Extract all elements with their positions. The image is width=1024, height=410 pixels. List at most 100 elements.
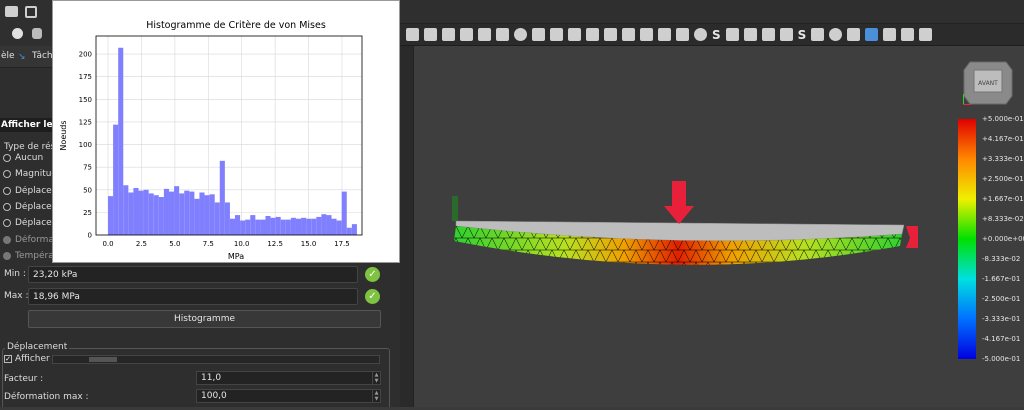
max-label: Max : (4, 291, 29, 301)
result-type-option[interactable]: Températ (3, 251, 52, 261)
histogram-bar (260, 219, 266, 235)
constraint-icon[interactable] (604, 28, 617, 41)
roller-support-icon (906, 226, 918, 248)
panel-tabs: èle ↘ Tâch (0, 46, 53, 68)
results-icon[interactable] (847, 28, 861, 41)
beam-model (452, 181, 918, 265)
solver-icon[interactable]: S (712, 28, 721, 42)
radio-icon[interactable] (3, 235, 11, 244)
result-type-option[interactable]: Déplacem (3, 186, 52, 196)
histogram-window[interactable]: Histogramme de Critère de von Mises MPa … (52, 0, 400, 263)
constraint-icon[interactable] (514, 28, 527, 41)
histogram-bar (321, 214, 327, 235)
histogram-bar (290, 217, 296, 235)
radio-icon[interactable] (3, 202, 11, 211)
slider-handle[interactable] (89, 357, 117, 362)
colorbar-tick-label: +5.000e-01 (982, 115, 1024, 123)
left-toolbar (0, 0, 52, 46)
solver-icon[interactable] (743, 28, 757, 41)
constraint-icon[interactable] (478, 28, 491, 41)
histogram-bar (148, 193, 154, 235)
constraint-icon[interactable] (460, 28, 473, 41)
3d-viewport[interactable] (414, 46, 1024, 407)
cylinder-icon[interactable] (32, 28, 42, 39)
sphere-icon[interactable] (12, 28, 23, 39)
histogram-button[interactable]: Histogramme (28, 310, 381, 328)
solver-icon[interactable] (761, 28, 775, 41)
panel-splitter[interactable] (400, 46, 414, 407)
solver-icon[interactable]: S (798, 28, 807, 42)
histogram-bar (275, 216, 281, 235)
axis-icon (963, 104, 971, 105)
radio-icon[interactable] (3, 251, 11, 260)
result-type-option-label: Déplacem (15, 185, 52, 196)
mesh-icon[interactable] (658, 28, 671, 41)
results-icon[interactable] (883, 28, 897, 41)
result-type-option[interactable]: Magnitud (3, 169, 52, 179)
chart-title: Histogramme de Critère de von Mises (146, 20, 326, 31)
min-value-field[interactable]: 23,20 kPa (28, 266, 358, 283)
max-deformation-spinbox[interactable]: 100,0 ▲ ▼ (196, 389, 381, 403)
constraint-fixed-icon[interactable] (424, 28, 437, 41)
factor-spinbox[interactable]: 11,0 ▲ ▼ (196, 371, 381, 385)
results-icon[interactable] (919, 28, 933, 41)
folder-icon[interactable] (5, 6, 18, 17)
radio-icon[interactable] (3, 186, 11, 195)
x-axis-label: MPa (228, 252, 244, 261)
results-icon[interactable] (829, 28, 843, 41)
fem-analysis-icon[interactable] (406, 28, 419, 41)
result-type-option[interactable]: Déplacem (3, 218, 52, 228)
radio-icon[interactable] (3, 154, 11, 162)
result-type-option[interactable]: Aucun (3, 153, 52, 163)
solver-icon[interactable] (725, 28, 739, 41)
histogram-bar (341, 191, 347, 235)
x-tick-label: 15.0 (301, 240, 317, 248)
result-type-option-label: Déplacem (15, 201, 52, 212)
fem-toolbar: S S (400, 24, 1024, 46)
colorbar-tick-label: +4.167e-01 (982, 135, 1024, 143)
colorbar-tick-label: +8.333e-02 (982, 215, 1024, 223)
colorbar (958, 119, 976, 359)
show-displacement-checkbox[interactable]: ✓ (4, 355, 12, 363)
results-icon[interactable] (901, 28, 915, 41)
histogram-bar (153, 195, 159, 235)
export-icon[interactable] (25, 6, 37, 18)
navigation-cube[interactable]: AVANT (958, 52, 1018, 110)
histogram-bar (108, 196, 114, 235)
mesh-icon[interactable] (694, 28, 707, 41)
radio-icon[interactable] (3, 170, 11, 179)
max-value-field[interactable]: 18,96 MPa (28, 288, 358, 305)
displacement-slider[interactable] (52, 355, 380, 364)
colorbar-tick-label: +2.500e-01 (982, 175, 1024, 183)
spin-arrows-icon[interactable]: ▲ ▼ (372, 390, 380, 402)
spin-arrows-icon[interactable]: ▲ ▼ (372, 372, 380, 384)
tab-tasks[interactable]: Tâch (32, 51, 53, 61)
mesh-icon[interactable] (640, 28, 653, 41)
mesh-icon[interactable] (622, 28, 635, 41)
result-type-option[interactable]: Déformat (3, 235, 52, 245)
histogram-bar (336, 220, 342, 235)
refresh-icon[interactable] (865, 28, 879, 41)
mesh-icon[interactable] (676, 28, 689, 41)
colorbar-tick-label: -1.667e-01 (982, 275, 1021, 283)
x-tick-label: 17.5 (334, 240, 350, 248)
result-type-option-label: Déformat (15, 234, 52, 245)
histogram-bar (189, 191, 195, 235)
solver-icon[interactable] (779, 28, 793, 41)
check-icon: ✓ (365, 267, 380, 282)
tab-model[interactable]: èle (1, 51, 15, 61)
results-icon[interactable] (811, 28, 825, 41)
constraint-icon[interactable] (442, 28, 455, 41)
constraint-icon[interactable] (568, 28, 581, 41)
constraint-icon[interactable] (532, 28, 545, 41)
force-arrow-icon (664, 181, 694, 224)
constraint-icon[interactable] (550, 28, 563, 41)
radio-icon[interactable] (3, 219, 11, 228)
y-axis-label: Noeuds (59, 120, 68, 150)
histogram-bar (295, 218, 302, 235)
colorbar-tick-label: +0.000e+00 (982, 235, 1024, 243)
check-icon: ✓ (365, 289, 380, 304)
constraint-icon[interactable] (496, 28, 509, 41)
constraint-icon[interactable] (586, 28, 599, 41)
result-type-option[interactable]: Déplacem (3, 202, 52, 212)
